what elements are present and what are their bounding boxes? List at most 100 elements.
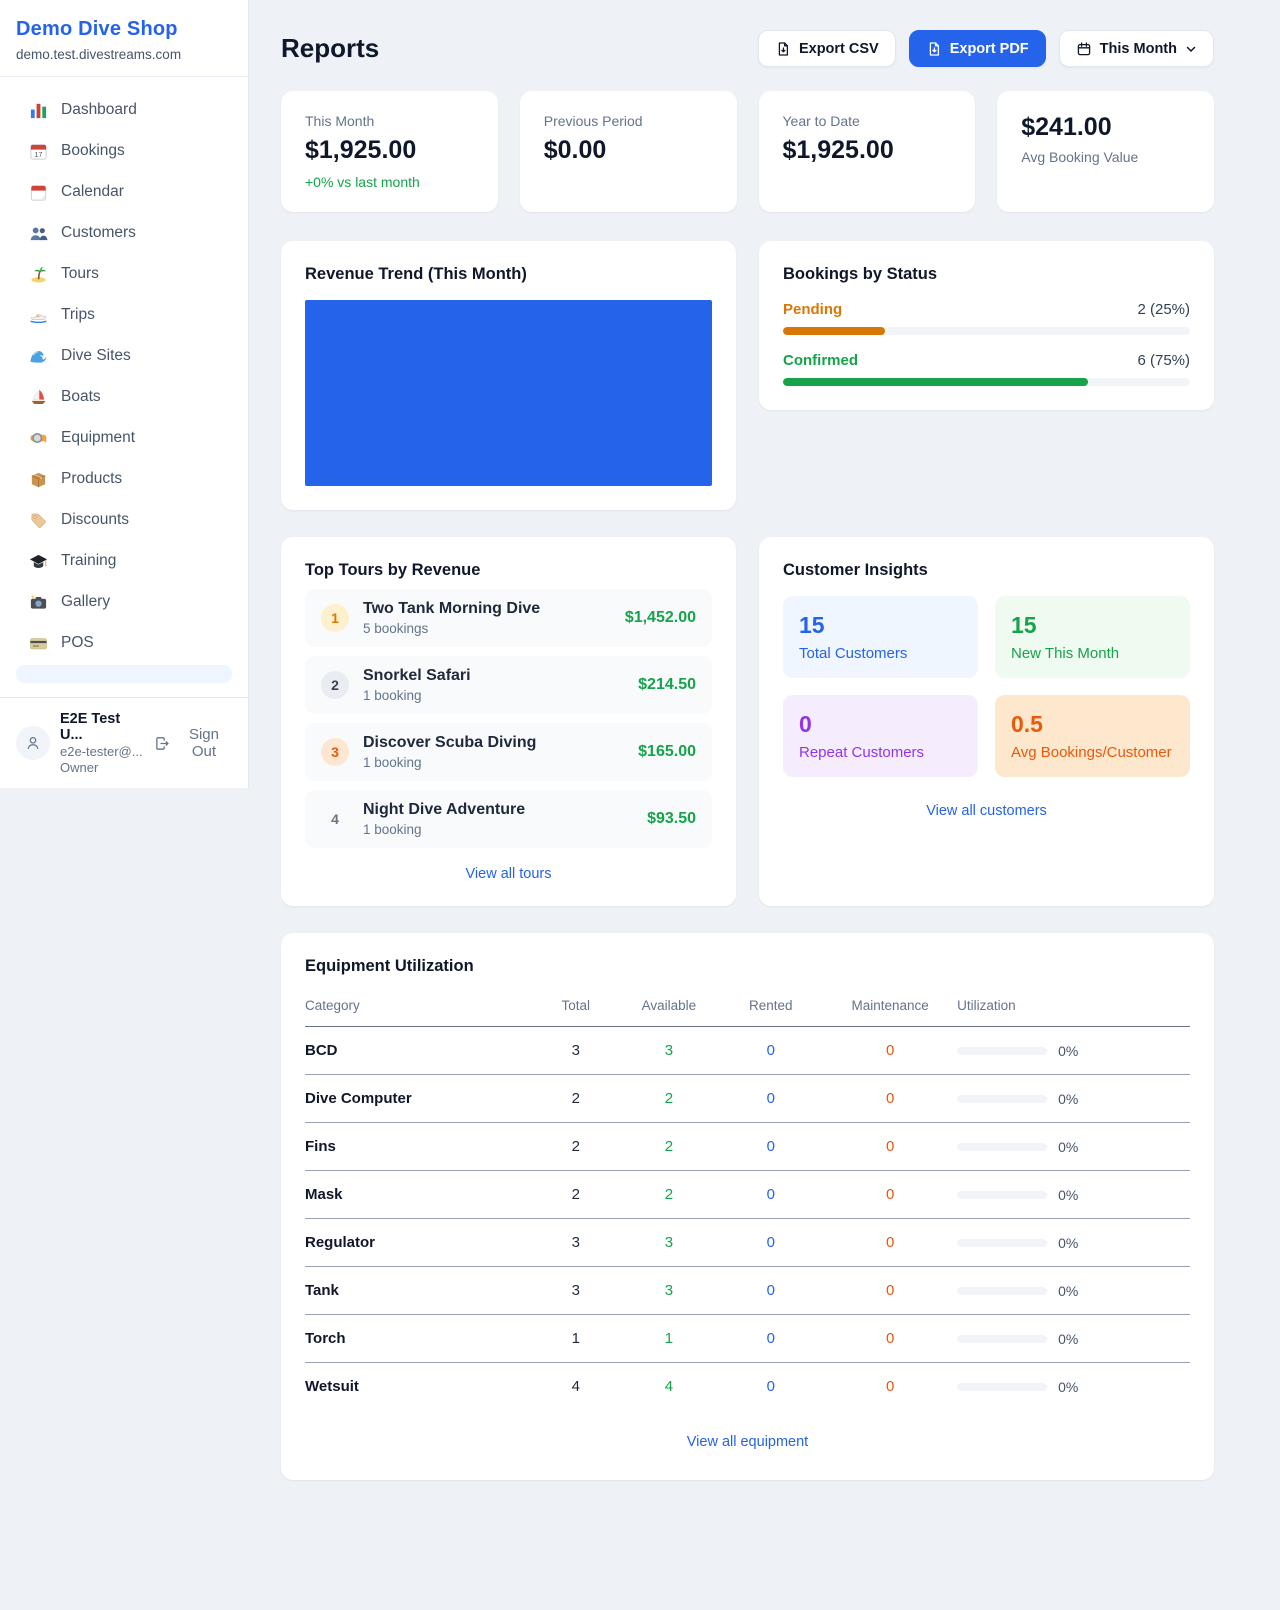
calendar-date-icon: 17 [28, 141, 48, 161]
sidebar-item-label: Tours [61, 265, 99, 283]
sidebar-item-reports-active[interactable] [16, 665, 232, 683]
sidebar-item-label: Bookings [61, 142, 125, 160]
table-row: Mask 2 2 0 0 0% [305, 1171, 1190, 1219]
sidebar-item-products[interactable]: Products [16, 460, 232, 498]
utilization-bar [957, 1143, 1047, 1151]
view-all-customers-link[interactable]: View all customers [783, 803, 1190, 819]
tour-row: 3 Discover Scuba Diving 1 booking $165.0… [305, 723, 712, 781]
people-icon [28, 223, 48, 243]
diving-mask-icon [28, 428, 48, 448]
svg-text:17: 17 [34, 151, 42, 159]
delta-badge: +0% vs last month [305, 174, 474, 190]
stat-cards: This Month $1,925.00 +0% vs last month P… [281, 91, 1214, 212]
sidebar-item-label: Discounts [61, 511, 129, 529]
status-label: Pending [783, 301, 842, 318]
revenue-trend-title: Revenue Trend (This Month) [305, 265, 712, 284]
revenue-chart [305, 300, 712, 486]
sidebar-item-bookings[interactable]: 17 Bookings [16, 132, 232, 170]
sidebar-item-tours[interactable]: Tours [16, 255, 232, 293]
chevron-down-icon [1185, 43, 1197, 55]
status-bar-track [783, 378, 1190, 386]
user-role: Owner [60, 760, 144, 775]
user-info: E2E Test U... e2e-tester@... Owner [60, 711, 144, 775]
table-row: BCD 3 3 0 0 0% [305, 1027, 1190, 1075]
rank-badge: 2 [321, 671, 349, 699]
credit-card-icon [28, 633, 48, 653]
tour-revenue: $165.00 [638, 743, 696, 761]
equipment-table: Category Total Available Rented Maintena… [305, 988, 1190, 1410]
sidebar-item-label: Equipment [61, 429, 135, 447]
customer-insights-card: Customer Insights 15 Total Customers 15 … [759, 537, 1214, 906]
header-actions: Export CSV Export PDF This Month [758, 30, 1214, 67]
sidebar-item-label: Dive Sites [61, 347, 131, 365]
page: Demo Dive Shop demo.test.divestreams.com… [0, 0, 1280, 1610]
sidebar-item-customers[interactable]: Customers [16, 214, 232, 252]
export-pdf-button[interactable]: Export PDF [909, 30, 1046, 67]
sign-out-button[interactable]: Sign Out [154, 726, 232, 760]
utilization-bar [957, 1095, 1047, 1103]
status-row-confirmed: Confirmed 6 (75%) [783, 352, 1190, 386]
tour-name: Discover Scuba Diving [363, 734, 536, 752]
water-wave-icon [28, 346, 48, 366]
sidebar-item-gallery[interactable]: Gallery [16, 583, 232, 621]
status-bar-fill [783, 327, 885, 335]
table-row: Torch 1 1 0 0 0% [305, 1315, 1190, 1363]
utilization-bar [957, 1047, 1047, 1055]
table-header-row: Category Total Available Rented Maintena… [305, 988, 1190, 1027]
sidebar-item-discounts[interactable]: Discounts [16, 501, 232, 539]
sidebar-item-label: Boats [61, 388, 101, 406]
sidebar-item-equipment[interactable]: Equipment [16, 419, 232, 457]
sidebar-item-boats[interactable]: Boats [16, 378, 232, 416]
tour-revenue: $1,452.00 [625, 609, 696, 627]
speedboat-icon [28, 305, 48, 325]
tour-row: 4 Night Dive Adventure 1 booking $93.50 [305, 790, 712, 848]
sidebar-item-label: Calendar [61, 183, 124, 201]
tour-name: Two Tank Morning Dive [363, 600, 540, 618]
sidebar-item-calendar[interactable]: Calendar [16, 173, 232, 211]
customer-insights-title: Customer Insights [783, 561, 1190, 580]
rank-badge: 1 [321, 604, 349, 632]
sidebar-item-dashboard[interactable]: Dashboard [16, 91, 232, 129]
sidebar-item-training[interactable]: Training [16, 542, 232, 580]
tour-bookings: 1 booking [363, 688, 471, 703]
logout-icon [154, 735, 170, 752]
graduation-cap-icon [28, 551, 48, 571]
sidebar-item-trips[interactable]: Trips [16, 296, 232, 334]
insight-tiles: 15 Total Customers 15 New This Month 0 R… [783, 596, 1190, 777]
equipment-utilization-card: Equipment Utilization Category Total Ava… [281, 933, 1214, 1480]
table-row: Dive Computer 2 2 0 0 0% [305, 1075, 1190, 1123]
status-label: Confirmed [783, 352, 858, 369]
shop-name-link[interactable]: Demo Dive Shop [16, 18, 232, 41]
utilization-bar [957, 1239, 1047, 1247]
table-row: Tank 3 3 0 0 0% [305, 1267, 1190, 1315]
user-email: e2e-tester@... [60, 744, 144, 759]
sidebar-item-dive-sites[interactable]: Dive Sites [16, 337, 232, 375]
export-csv-button[interactable]: Export CSV [758, 30, 896, 67]
file-download-icon [926, 41, 942, 57]
charts-row: Revenue Trend (This Month) Bookings by S… [281, 241, 1214, 510]
stat-previous-period: Previous Period $0.00 [520, 91, 737, 212]
camera-flash-icon [28, 592, 48, 612]
table-row: Regulator 3 3 0 0 0% [305, 1219, 1190, 1267]
stat-avg-booking-value: $241.00 Avg Booking Value [997, 91, 1214, 212]
view-all-equipment-link[interactable]: View all equipment [305, 1434, 1190, 1450]
period-dropdown[interactable]: This Month [1059, 30, 1214, 67]
tour-bookings: 5 bookings [363, 621, 540, 636]
sidebar-nav: Dashboard 17 Bookings Calendar Customers… [0, 77, 248, 683]
bar-chart-icon [28, 100, 48, 120]
top-tours-card: Top Tours by Revenue 1 Two Tank Morning … [281, 537, 736, 906]
sidebar-item-label: Products [61, 470, 122, 488]
page-title: Reports [281, 33, 379, 64]
top-tours-title: Top Tours by Revenue [305, 561, 712, 580]
stat-year-to-date: Year to Date $1,925.00 [759, 91, 976, 212]
rank-badge: 3 [321, 738, 349, 766]
user-name: E2E Test U... [60, 711, 144, 743]
utilization-bar [957, 1383, 1047, 1391]
person-icon [24, 734, 42, 752]
view-all-tours-link[interactable]: View all tours [305, 866, 712, 882]
sidebar: Demo Dive Shop demo.test.divestreams.com… [0, 0, 249, 788]
utilization-bar [957, 1335, 1047, 1343]
bookings-by-status-title: Bookings by Status [783, 265, 1190, 284]
sidebar-item-label: Trips [61, 306, 95, 324]
sidebar-item-pos[interactable]: POS [16, 624, 232, 662]
